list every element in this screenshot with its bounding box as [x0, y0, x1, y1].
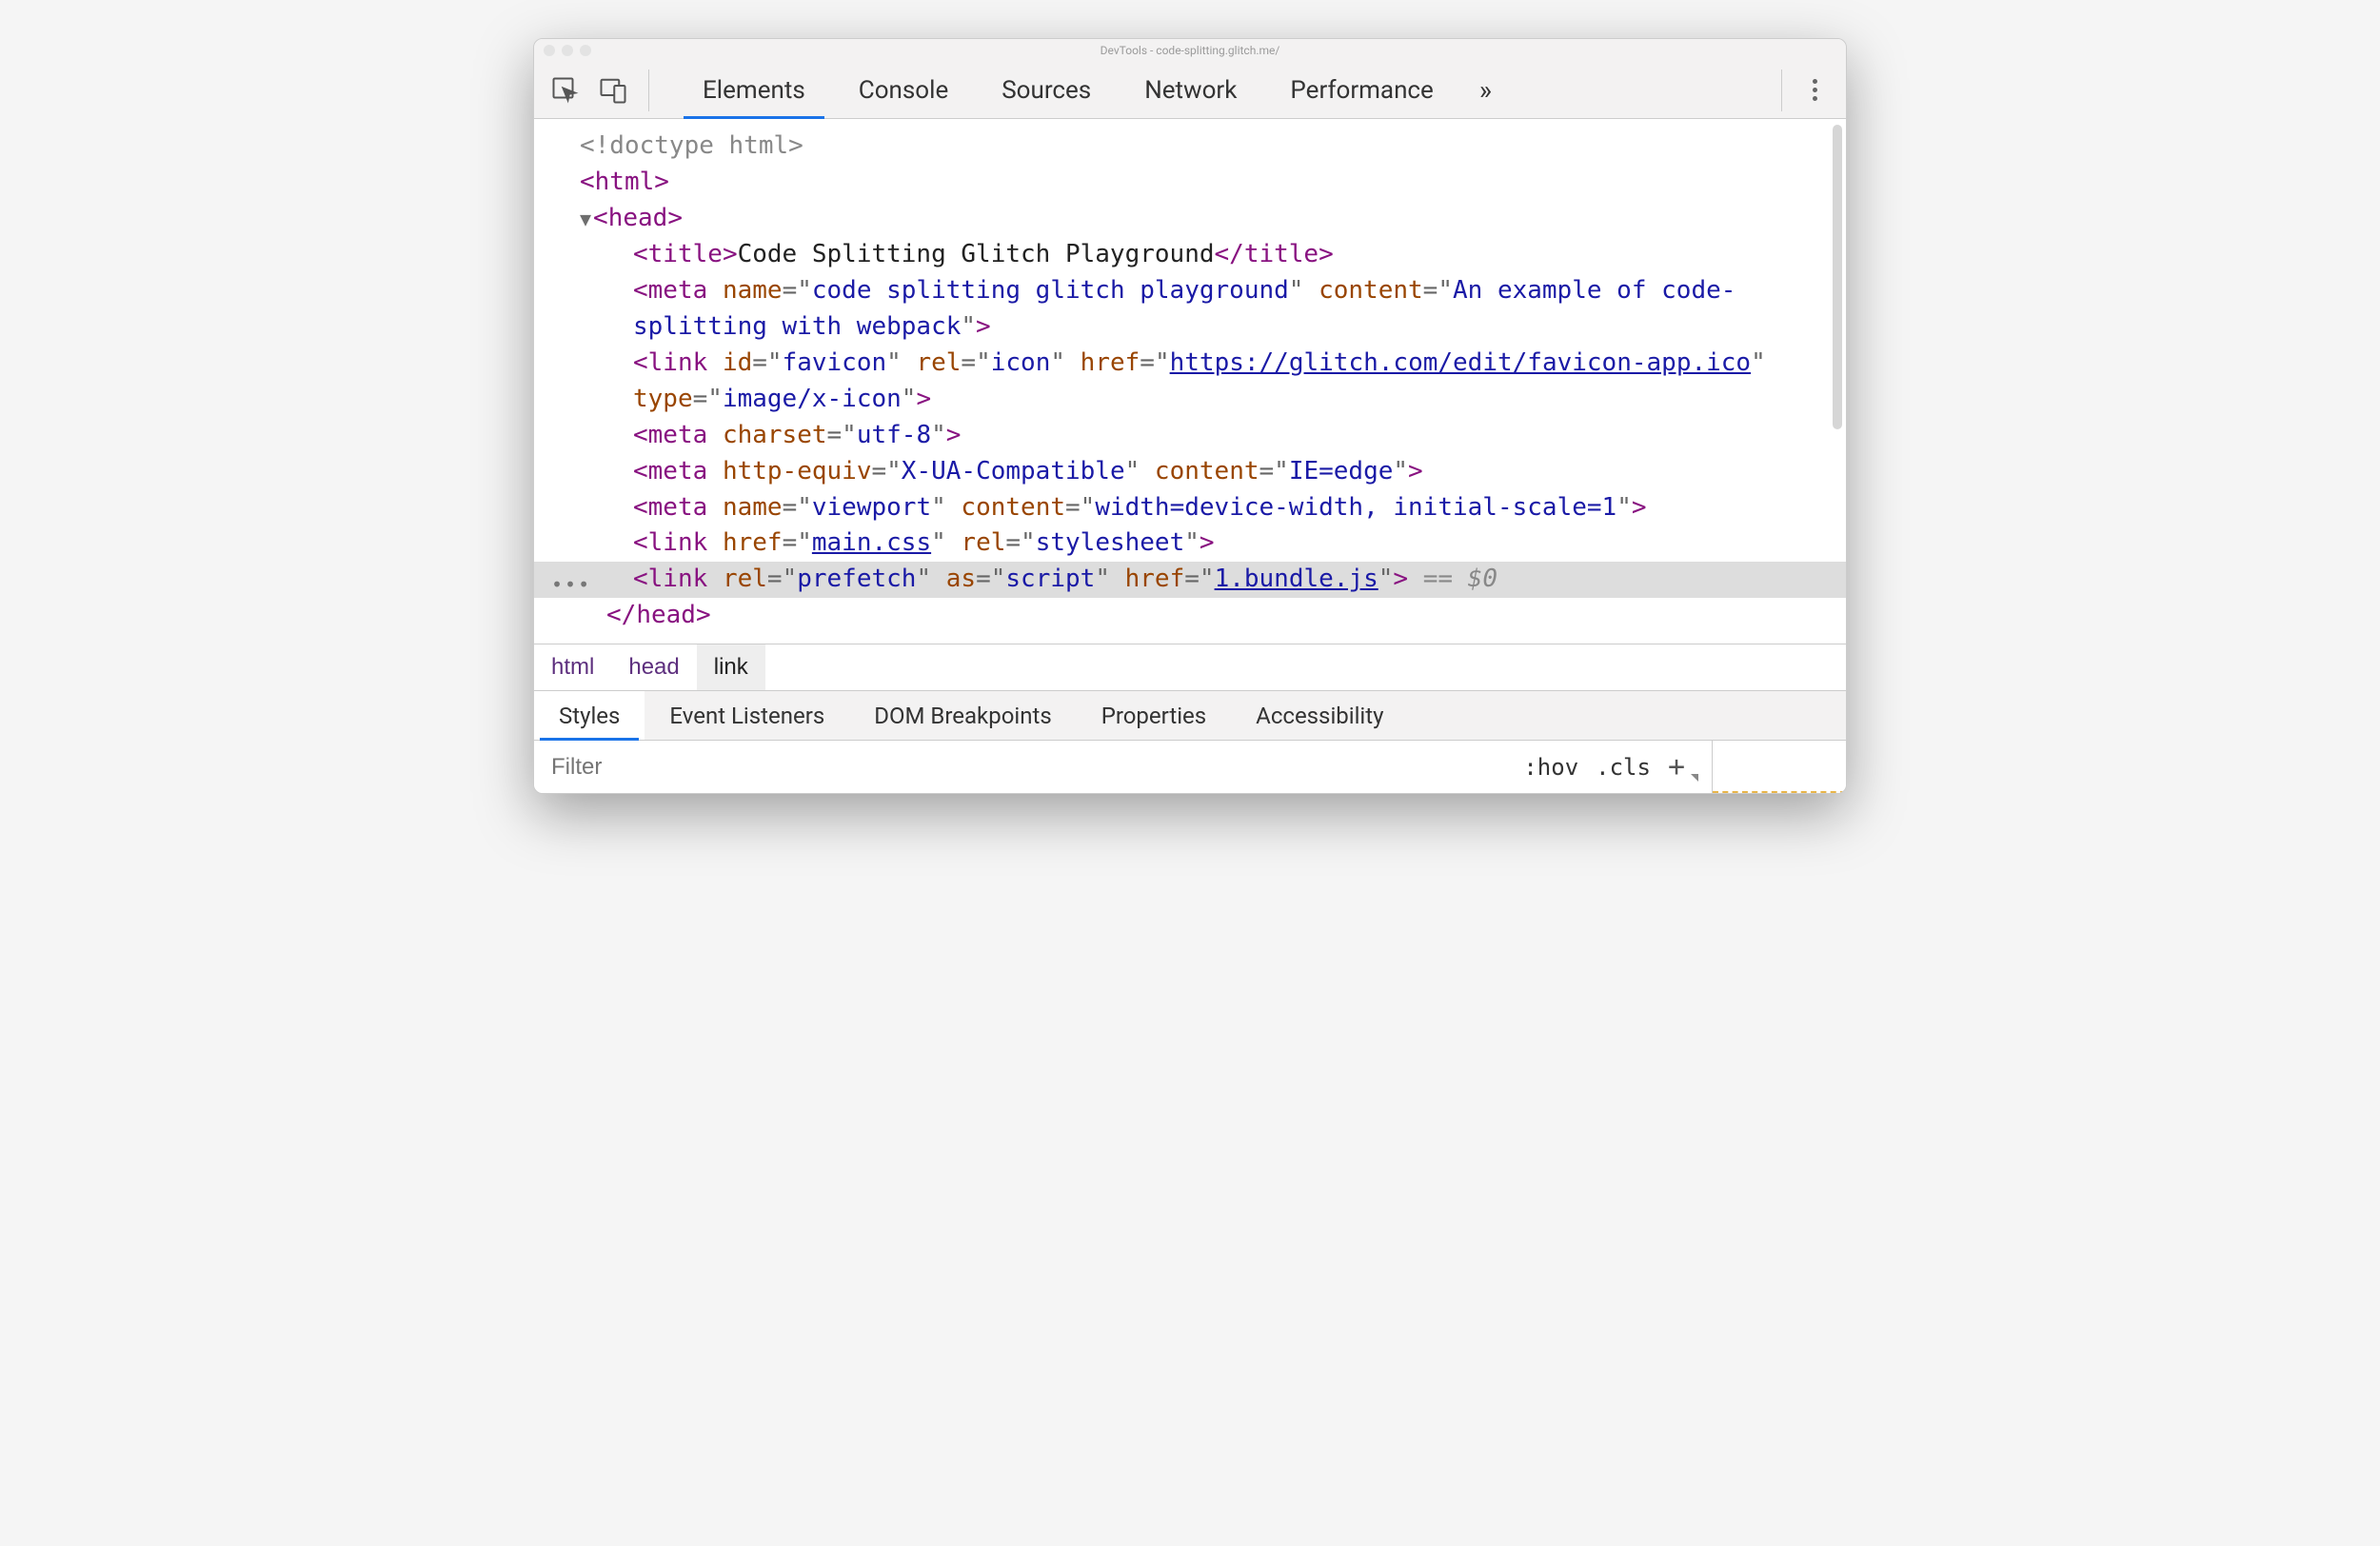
styles-filter-row: :hov .cls + — [534, 740, 1846, 793]
breadcrumb-item[interactable]: html — [534, 644, 611, 690]
cls-toggle[interactable]: .cls — [1596, 754, 1651, 781]
tab-label: Sources — [1002, 76, 1091, 105]
dom-node-head[interactable]: ▼<head> — [580, 201, 1827, 237]
more-tabs-button[interactable]: » — [1460, 62, 1511, 118]
subtab-properties[interactable]: Properties — [1077, 691, 1231, 740]
tab-label: Console — [859, 76, 948, 105]
toolbar-icon-group — [551, 69, 649, 111]
device-toggle-icon[interactable] — [599, 76, 627, 105]
main-toolbar: Elements Console Sources Network Perform… — [534, 62, 1846, 119]
panel-tabs: Elements Console Sources Network Perform… — [676, 62, 1781, 118]
row-actions-icon[interactable]: ••• — [551, 571, 591, 599]
dom-node-head-close[interactable]: </head> — [580, 598, 1827, 634]
inspect-element-icon[interactable] — [551, 76, 580, 105]
hov-toggle[interactable]: :hov — [1523, 754, 1578, 781]
dom-node-meta[interactable]: <meta http-equiv="X-UA-Compatible" conte… — [580, 454, 1827, 490]
window-title: DevTools - code-splitting.glitch.me/ — [1101, 44, 1280, 57]
breadcrumb-item[interactable]: head — [611, 644, 696, 690]
dom-node-title[interactable]: <title>Code Splitting Glitch Playground<… — [580, 237, 1827, 273]
window-titlebar: DevTools - code-splitting.glitch.me/ — [534, 39, 1846, 62]
box-model-preview — [1713, 741, 1846, 793]
tab-network[interactable]: Network — [1118, 62, 1263, 118]
traffic-lights — [544, 45, 591, 56]
settings-menu-icon[interactable] — [1801, 79, 1829, 101]
dom-node-link[interactable]: <link href="main.css" rel="stylesheet"> — [580, 525, 1827, 562]
dom-node-link[interactable]: <link id="favicon" rel="icon" href="http… — [580, 346, 1827, 418]
close-window-icon[interactable] — [544, 45, 555, 56]
subtab-styles[interactable]: Styles — [534, 691, 645, 740]
breadcrumb: html head link — [534, 644, 1846, 690]
new-style-rule-icon[interactable]: + — [1668, 750, 1695, 783]
styles-filter-input[interactable] — [534, 741, 1506, 793]
tab-elements[interactable]: Elements — [676, 62, 832, 118]
scrollbar[interactable] — [1833, 125, 1842, 429]
subtab-dom-breakpoints[interactable]: DOM Breakpoints — [849, 691, 1076, 740]
expand-arrow-icon[interactable]: ▼ — [580, 208, 593, 230]
devtools-window: DevTools - code-splitting.glitch.me/ Ele… — [533, 38, 1847, 794]
styles-subtabs: Styles Event Listeners DOM Breakpoints P… — [534, 690, 1846, 740]
subtab-event-listeners[interactable]: Event Listeners — [645, 691, 849, 740]
dom-node-meta[interactable]: <meta name="viewport" content="width=dev… — [580, 490, 1827, 526]
tab-performance[interactable]: Performance — [1263, 62, 1459, 118]
tab-sources[interactable]: Sources — [975, 62, 1118, 118]
tab-console[interactable]: Console — [832, 62, 975, 118]
dom-node-meta[interactable]: <meta charset="utf-8"> — [580, 418, 1827, 454]
dom-node-doctype[interactable]: <!doctype html> — [580, 129, 1827, 165]
dom-node-html[interactable]: <html> — [580, 165, 1827, 201]
elements-dom-tree[interactable]: <!doctype html> <html> ▼<head> <title>Co… — [534, 119, 1846, 644]
console-shortcut-label: == $0 — [1408, 565, 1497, 593]
tab-label: Network — [1144, 76, 1237, 105]
breadcrumb-item[interactable]: link — [697, 644, 765, 690]
dom-node-link-selected[interactable]: ••• <link rel="prefetch" as="script" hre… — [534, 562, 1846, 598]
toolbar-right — [1781, 69, 1829, 111]
tab-label: Performance — [1290, 76, 1433, 105]
maximize-window-icon[interactable] — [580, 45, 591, 56]
minimize-window-icon[interactable] — [562, 45, 573, 56]
subtab-accessibility[interactable]: Accessibility — [1231, 691, 1408, 740]
dom-node-meta[interactable]: <meta name="code splitting glitch playgr… — [580, 273, 1827, 346]
tab-label: Elements — [703, 76, 805, 105]
filter-controls: :hov .cls + — [1506, 741, 1713, 793]
chevron-right-icon: » — [1479, 74, 1492, 106]
